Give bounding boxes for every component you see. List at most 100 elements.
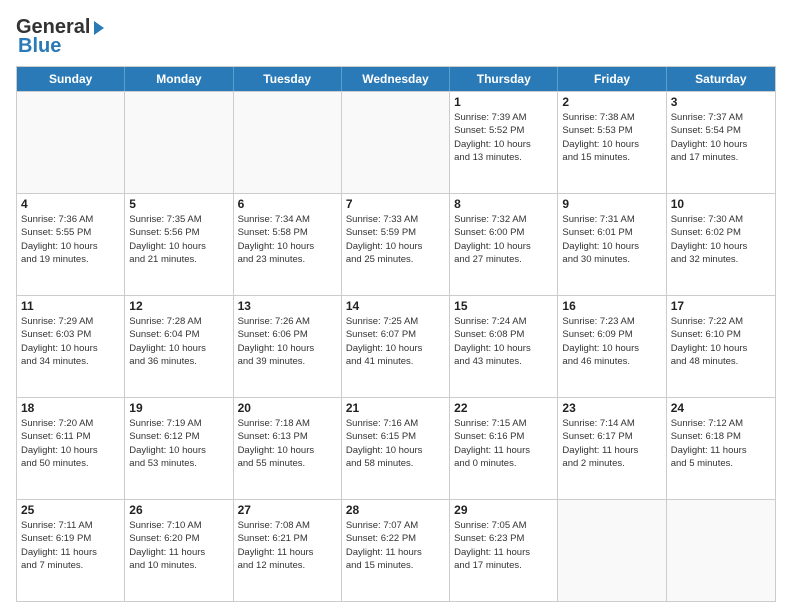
calendar-cell: 25Sunrise: 7:11 AM Sunset: 6:19 PM Dayli… <box>17 500 125 601</box>
calendar-cell: 23 Sunrise: 7:14 AM Sunset: 6:17 PM Dayli… <box>558 398 666 499</box>
day-number: 15 <box>454 299 553 313</box>
calendar-cell: 18 Sunrise: 7:20 AM Sunset: 6:11 PM Dayli… <box>17 398 125 499</box>
day-number: 12 <box>129 299 228 313</box>
day-info: Sunrise: 7:15 AM Sunset: 6:16 PM Dayligh… <box>454 417 553 470</box>
day-number: 24 <box>671 401 771 415</box>
calendar-cell: 3 Sunrise: 7:37 AM Sunset: 5:54 PM Daylig… <box>667 92 775 193</box>
day-number: 14 <box>346 299 445 313</box>
day-info: Sunrise: 7:10 AM Sunset: 6:20 PM Dayligh… <box>129 519 228 572</box>
calendar-cell: 13 Sunrise: 7:26 AM Sunset: 6:06 PM Dayli… <box>234 296 342 397</box>
calendar-header-monday: Monday <box>125 67 233 91</box>
logo-arrow-icon <box>90 19 108 37</box>
day-number: 9 <box>562 197 661 211</box>
day-number: 8 <box>454 197 553 211</box>
day-number: 13 <box>238 299 337 313</box>
day-number: 26 <box>129 503 228 517</box>
day-number: 21 <box>346 401 445 415</box>
day-number: 3 <box>671 95 771 109</box>
day-info: Sunrise: 7:20 AM Sunset: 6:11 PM Dayligh… <box>21 417 120 470</box>
calendar-cell: 19 Sunrise: 7:19 AM Sunset: 6:12 PM Dayli… <box>125 398 233 499</box>
day-info: Sunrise: 7:25 AM Sunset: 6:07 PM Dayligh… <box>346 315 445 368</box>
day-info: Sunrise: 7:37 AM Sunset: 5:54 PM Dayligh… <box>671 111 771 164</box>
calendar-cell: 24 Sunrise: 7:12 AM Sunset: 6:18 PM Dayli… <box>667 398 775 499</box>
calendar-cell: 28 Sunrise: 7:07 AM Sunset: 6:22 PM Dayli… <box>342 500 450 601</box>
day-info: Sunrise: 7:16 AM Sunset: 6:15 PM Dayligh… <box>346 417 445 470</box>
page: General Blue SundayMondayTuesdayWednesda… <box>0 0 792 612</box>
calendar-header-tuesday: Tuesday <box>234 67 342 91</box>
calendar-row-5: 25Sunrise: 7:11 AM Sunset: 6:19 PM Dayli… <box>17 499 775 601</box>
day-info: Sunrise: 7:29 AM Sunset: 6:03 PM Dayligh… <box>21 315 120 368</box>
calendar-body: 1 Sunrise: 7:39 AM Sunset: 5:52 PM Daylig… <box>17 91 775 601</box>
day-number: 28 <box>346 503 445 517</box>
day-info: Sunrise: 7:12 AM Sunset: 6:18 PM Dayligh… <box>671 417 771 470</box>
calendar-row-4: 18 Sunrise: 7:20 AM Sunset: 6:11 PM Dayli… <box>17 397 775 499</box>
calendar-cell: 29Sunrise: 7:05 AM Sunset: 6:23 PM Dayli… <box>450 500 558 601</box>
calendar-row-3: 11 Sunrise: 7:29 AM Sunset: 6:03 PM Dayli… <box>17 295 775 397</box>
day-number: 11 <box>21 299 120 313</box>
day-info: Sunrise: 7:30 AM Sunset: 6:02 PM Dayligh… <box>671 213 771 266</box>
calendar-cell: 2 Sunrise: 7:38 AM Sunset: 5:53 PM Daylig… <box>558 92 666 193</box>
calendar-cell <box>125 92 233 193</box>
calendar-header-sunday: Sunday <box>17 67 125 91</box>
day-number: 19 <box>129 401 228 415</box>
day-number: 18 <box>21 401 120 415</box>
day-info: Sunrise: 7:31 AM Sunset: 6:01 PM Dayligh… <box>562 213 661 266</box>
header: General Blue <box>16 16 776 58</box>
calendar-cell: 15Sunrise: 7:24 AM Sunset: 6:08 PM Dayli… <box>450 296 558 397</box>
calendar-header-thursday: Thursday <box>450 67 558 91</box>
day-number: 27 <box>238 503 337 517</box>
calendar-cell: 22 Sunrise: 7:15 AM Sunset: 6:16 PM Dayli… <box>450 398 558 499</box>
calendar-cell: 20 Sunrise: 7:18 AM Sunset: 6:13 PM Dayli… <box>234 398 342 499</box>
calendar-header-friday: Friday <box>558 67 666 91</box>
calendar-cell <box>558 500 666 601</box>
day-number: 2 <box>562 95 661 109</box>
calendar-cell <box>234 92 342 193</box>
day-number: 5 <box>129 197 228 211</box>
calendar-cell: 10 Sunrise: 7:30 AM Sunset: 6:02 PM Dayli… <box>667 194 775 295</box>
calendar-cell: 26 Sunrise: 7:10 AM Sunset: 6:20 PM Dayli… <box>125 500 233 601</box>
day-number: 1 <box>454 95 553 109</box>
calendar-cell: 7 Sunrise: 7:33 AM Sunset: 5:59 PM Daylig… <box>342 194 450 295</box>
calendar-cell: 11 Sunrise: 7:29 AM Sunset: 6:03 PM Dayli… <box>17 296 125 397</box>
calendar-cell: 9 Sunrise: 7:31 AM Sunset: 6:01 PM Daylig… <box>558 194 666 295</box>
day-info: Sunrise: 7:36 AM Sunset: 5:55 PM Dayligh… <box>21 213 120 266</box>
day-number: 10 <box>671 197 771 211</box>
calendar-cell: 14 Sunrise: 7:25 AM Sunset: 6:07 PM Dayli… <box>342 296 450 397</box>
day-info: Sunrise: 7:33 AM Sunset: 5:59 PM Dayligh… <box>346 213 445 266</box>
day-info: Sunrise: 7:28 AM Sunset: 6:04 PM Dayligh… <box>129 315 228 368</box>
day-info: Sunrise: 7:19 AM Sunset: 6:12 PM Dayligh… <box>129 417 228 470</box>
day-info: Sunrise: 7:34 AM Sunset: 5:58 PM Dayligh… <box>238 213 337 266</box>
day-number: 6 <box>238 197 337 211</box>
calendar-row-2: 4 Sunrise: 7:36 AM Sunset: 5:55 PM Daylig… <box>17 193 775 295</box>
calendar-cell: 21 Sunrise: 7:16 AM Sunset: 6:15 PM Dayli… <box>342 398 450 499</box>
calendar-cell <box>667 500 775 601</box>
day-number: 22 <box>454 401 553 415</box>
calendar-cell: 6 Sunrise: 7:34 AM Sunset: 5:58 PM Daylig… <box>234 194 342 295</box>
calendar-cell: 5 Sunrise: 7:35 AM Sunset: 5:56 PM Daylig… <box>125 194 233 295</box>
day-info: Sunrise: 7:26 AM Sunset: 6:06 PM Dayligh… <box>238 315 337 368</box>
calendar-cell <box>17 92 125 193</box>
day-info: Sunrise: 7:35 AM Sunset: 5:56 PM Dayligh… <box>129 213 228 266</box>
day-info: Sunrise: 7:38 AM Sunset: 5:53 PM Dayligh… <box>562 111 661 164</box>
day-number: 7 <box>346 197 445 211</box>
calendar-header-row: SundayMondayTuesdayWednesdayThursdayFrid… <box>17 67 775 91</box>
day-info: Sunrise: 7:32 AM Sunset: 6:00 PM Dayligh… <box>454 213 553 266</box>
day-number: 20 <box>238 401 337 415</box>
day-number: 4 <box>21 197 120 211</box>
day-info: Sunrise: 7:07 AM Sunset: 6:22 PM Dayligh… <box>346 519 445 572</box>
day-info: Sunrise: 7:23 AM Sunset: 6:09 PM Dayligh… <box>562 315 661 368</box>
calendar-cell: 16Sunrise: 7:23 AM Sunset: 6:09 PM Dayli… <box>558 296 666 397</box>
day-info: Sunrise: 7:39 AM Sunset: 5:52 PM Dayligh… <box>454 111 553 164</box>
day-info: Sunrise: 7:18 AM Sunset: 6:13 PM Dayligh… <box>238 417 337 470</box>
calendar: SundayMondayTuesdayWednesdayThursdayFrid… <box>16 66 776 602</box>
day-number: 29 <box>454 503 553 517</box>
day-info: Sunrise: 7:11 AM Sunset: 6:19 PM Dayligh… <box>21 519 120 572</box>
day-number: 17 <box>671 299 771 313</box>
calendar-header-wednesday: Wednesday <box>342 67 450 91</box>
calendar-cell: 4 Sunrise: 7:36 AM Sunset: 5:55 PM Daylig… <box>17 194 125 295</box>
day-number: 23 <box>562 401 661 415</box>
calendar-cell: 17Sunrise: 7:22 AM Sunset: 6:10 PM Dayli… <box>667 296 775 397</box>
day-info: Sunrise: 7:14 AM Sunset: 6:17 PM Dayligh… <box>562 417 661 470</box>
calendar-cell: 8 Sunrise: 7:32 AM Sunset: 6:00 PM Daylig… <box>450 194 558 295</box>
calendar-cell: 27Sunrise: 7:08 AM Sunset: 6:21 PM Dayli… <box>234 500 342 601</box>
